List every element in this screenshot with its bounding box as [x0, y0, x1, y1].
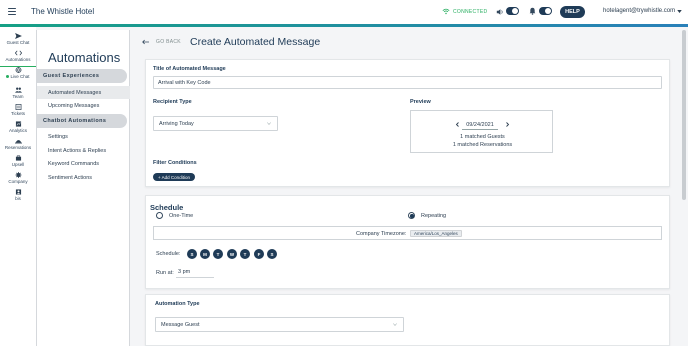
automation-type-value: Message Guest: [161, 321, 200, 328]
chevron-down-icon: [393, 323, 397, 326]
page-title: Create Automated Message: [190, 36, 321, 48]
day-toggle-sunday[interactable]: S: [187, 249, 197, 259]
day-toggle-friday[interactable]: F: [254, 249, 264, 259]
nav-settings[interactable]: Settings: [37, 130, 130, 143]
one-time-radio[interactable]: [156, 212, 163, 219]
section-guest-experiences[interactable]: Guest Experiences: [37, 69, 127, 83]
schedule-label: Schedule:: [156, 251, 181, 257]
nav-sentiment-actions[interactable]: Sentiment Actions: [37, 171, 130, 184]
automations-subnav: Automations Guest Experiences Automated …: [36, 30, 130, 346]
automation-type-select[interactable]: Message Guest: [155, 317, 404, 332]
timezone-chip[interactable]: America/Los_Angeles: [410, 230, 462, 237]
nav-upcoming-messages[interactable]: Upcoming Messages: [37, 99, 130, 112]
gear-icon: [15, 172, 21, 178]
team-icon: [14, 87, 22, 93]
schedule-title: Schedule: [150, 203, 184, 212]
day-toggle-tuesday[interactable]: T: [213, 249, 223, 259]
recipient-type-label: Recipient Type: [153, 99, 192, 105]
filter-conditions-label: Filter Conditions: [153, 160, 197, 166]
connection-status-label: CONNECTED: [453, 8, 488, 15]
rail-item-upsell[interactable]: Upsell: [0, 155, 36, 172]
go-back-link[interactable]: GO BACK: [156, 39, 181, 45]
chevron-down-icon: [267, 122, 271, 125]
run-at-label: Run at:: [156, 270, 174, 276]
user-email: hotelagent@trywhistle.com: [603, 8, 676, 14]
user-menu[interactable]: hotelagent@trywhistle.com: [603, 8, 682, 14]
chevron-left-icon[interactable]: [455, 122, 460, 127]
sound-toggle[interactable]: [506, 7, 519, 15]
chevron-right-icon[interactable]: [505, 122, 510, 127]
ticket-icon: [15, 104, 21, 110]
message-title-label: Title of Automated Message: [153, 66, 226, 72]
nav-intent-actions[interactable]: Intent Actions & Replies: [37, 144, 130, 157]
nav-keyword-commands[interactable]: Keyword Commands: [37, 157, 130, 170]
automation-type-label: Automation Type: [155, 301, 200, 307]
icon-rail: Guest Chat Automations Live Chat Team Ti…: [0, 27, 36, 346]
day-toggle-wednesday[interactable]: W: [227, 249, 237, 259]
user-icon: [15, 189, 21, 195]
back-arrow-icon[interactable]: [142, 39, 149, 45]
globe-icon: [15, 67, 21, 73]
help-button[interactable]: HELP: [560, 6, 585, 18]
rail-item-company[interactable]: Company: [0, 172, 36, 189]
page-scrollbar[interactable]: [682, 30, 686, 200]
bell-icon[interactable]: [529, 7, 536, 15]
preview-date[interactable]: 09/24/2021: [462, 120, 498, 130]
section-chatbot-automations[interactable]: Chatbot Automations: [37, 114, 127, 128]
schedule-card: [145, 195, 670, 289]
paper-plane-icon: [14, 33, 22, 39]
subnav-title: Automations: [48, 50, 121, 65]
upsell-icon: [15, 155, 21, 161]
analytics-icon: [15, 121, 21, 127]
day-toggle-thursday[interactable]: T: [240, 249, 250, 259]
rail-item-automations[interactable]: Automations: [0, 50, 36, 67]
rail-item-tickets[interactable]: Tickets: [0, 104, 36, 121]
repeating-radio[interactable]: [408, 212, 415, 219]
day-toggle-monday[interactable]: M: [200, 249, 210, 259]
wifi-icon: [442, 8, 450, 15]
one-time-label: One-Time: [169, 213, 194, 219]
chevron-down-icon: [677, 9, 682, 13]
matched-guests: 1 matched Guests: [460, 134, 505, 140]
reservations-icon: [14, 140, 22, 144]
repeating-label: Repeating: [421, 213, 447, 219]
volume-icon[interactable]: [496, 8, 504, 16]
nav-automated-messages[interactable]: Automated Messages: [37, 86, 130, 99]
timezone-field: Company Timezone: America/Los_Angeles: [153, 226, 662, 240]
preview-box: 09/24/2021 1 matched Guests 1 matched Re…: [410, 110, 553, 153]
message-title-input[interactable]: Arrival with Key Code: [153, 76, 662, 89]
rail-item-guest-chat[interactable]: Guest Chat: [0, 33, 36, 50]
recipient-type-value: Arriving Today: [159, 120, 194, 127]
add-condition-button[interactable]: + Add Condition: [153, 173, 195, 181]
preview-label: Preview: [410, 99, 431, 105]
timezone-label: Company Timezone:: [356, 231, 407, 237]
rail-item-reservations[interactable]: Reservations: [0, 138, 36, 155]
notifications-toggle[interactable]: [539, 7, 552, 15]
rail-item-bis[interactable]: bis: [0, 189, 36, 206]
rail-label-live-chat: Live Chat: [10, 74, 30, 79]
rail-item-team[interactable]: Team: [0, 87, 36, 104]
matched-reservations: 1 matched Reservations: [452, 142, 513, 148]
day-toggle-saturday[interactable]: S: [267, 249, 277, 259]
hotel-name: The Whistle Hotel: [31, 7, 95, 16]
top-accent-bar: [0, 24, 688, 27]
hamburger-menu-icon[interactable]: [8, 8, 16, 15]
rail-item-analytics[interactable]: Analytics: [0, 121, 36, 138]
rail-item-live-chat[interactable]: Live Chat: [0, 67, 36, 84]
code-icon: [14, 50, 22, 56]
connection-status: CONNECTED: [442, 8, 487, 15]
top-bar: The Whistle Hotel CONNECTED HELP hotelag…: [0, 0, 688, 24]
run-at-input[interactable]: 3 pm: [176, 267, 214, 278]
recipient-type-select[interactable]: Arriving Today: [153, 116, 278, 131]
